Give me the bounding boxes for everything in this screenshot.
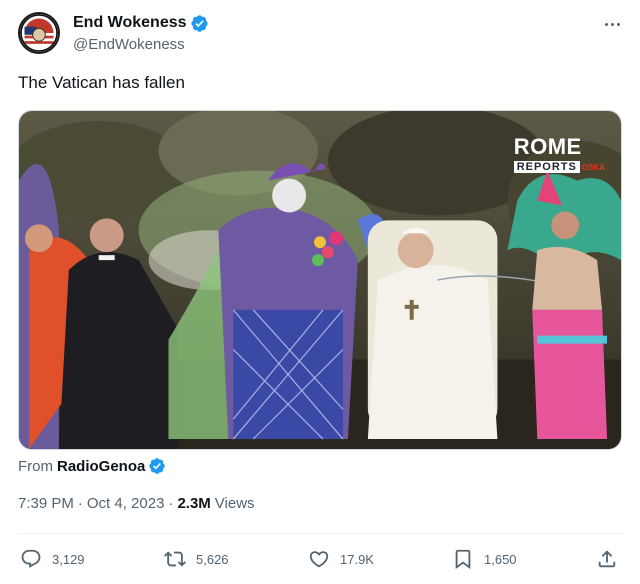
more-options-icon[interactable] [600,14,624,34]
source-prefix: From [18,457,53,475]
tweet-time[interactable]: 7:39 PM [18,495,74,512]
meta-separator: · [168,495,174,512]
action-bar: 3,129 5,626 17.9K 1,650 [18,545,624,573]
display-name[interactable]: End Wokeness [73,14,187,32]
heart-icon [309,551,329,568]
repost-count: 5,626 [196,551,229,567]
views-label: Views [214,495,255,512]
verified-badge-icon [190,14,209,33]
watermark-line2: REPORTS [513,161,580,173]
tweet-date[interactable]: Oct 4, 2023 [87,495,165,512]
repost-icon [164,551,186,567]
tweet-meta: 7:39 PM · Oct 4, 2023 · 2.3M Views [18,495,255,512]
rome-reports-watermark: ROME REPORTS OSKA [513,134,605,175]
meta-separator: · [77,495,83,512]
divider [18,533,624,534]
bookmark-button[interactable]: 1,650 [452,545,517,573]
handle[interactable]: @EndWokeness [73,36,209,53]
watermark-line3: OSKA [581,163,605,172]
bookmark-count: 1,650 [484,551,517,567]
end-wokeness-avatar-icon [20,14,58,52]
like-count: 17.9K [340,551,374,567]
reply-count: 3,129 [52,551,85,567]
reply-icon [21,549,41,568]
repost-button[interactable]: 5,626 [164,545,229,573]
watermark-line1: ROME [513,134,582,159]
share-icon [598,550,616,568]
views-count: 2.3M [177,495,211,512]
tweet-header: End Wokeness @EndWokeness [18,12,624,56]
video-source: From RadioGenoa [18,457,166,475]
avatar[interactable] [18,12,60,54]
author-block: End Wokeness @EndWokeness [73,13,209,53]
like-button[interactable]: 17.9K [308,545,374,573]
source-name[interactable]: RadioGenoa [57,458,145,475]
tweet-video[interactable]: ROME REPORTS OSKA [18,110,622,450]
verified-badge-icon [148,457,166,475]
share-button[interactable] [596,545,618,573]
tweet-text: The Vatican has fallen [18,73,185,92]
bookmark-icon [455,549,471,570]
reply-button[interactable]: 3,129 [20,545,85,573]
